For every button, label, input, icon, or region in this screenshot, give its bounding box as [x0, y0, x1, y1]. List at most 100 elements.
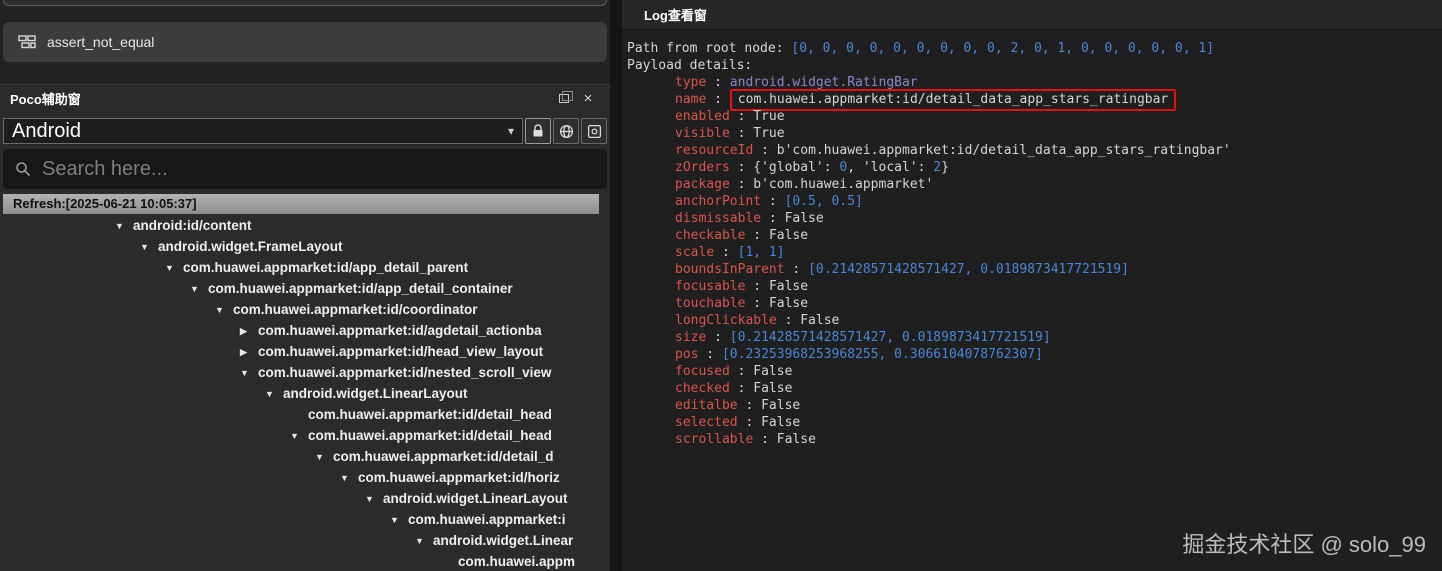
tree-item-label: com.huawei.appmarket:id/detail_head [308, 428, 552, 443]
payload-key: checkable [675, 228, 746, 243]
chevron-right-icon[interactable]: ▶ [240, 321, 258, 341]
script-block-partial[interactable] [3, 0, 607, 6]
chevron-down-icon[interactable]: ▼ [390, 510, 408, 530]
chevron-down-icon[interactable]: ▼ [290, 426, 308, 446]
script-block-label: assert_not_equal [47, 34, 155, 50]
log-content: Path from root node: [0, 0, 0, 0, 0, 0, … [622, 30, 1442, 448]
float-window-icon[interactable] [552, 89, 576, 109]
inspect-button[interactable] [581, 118, 607, 144]
tree-item-label: com.huawei.appmarket:id/horiz [358, 470, 560, 485]
payload-key: enabled [675, 109, 730, 124]
refresh-button[interactable] [553, 118, 579, 144]
log-intro: Path from root node: [0, 0, 0, 0, 0, 0, … [627, 40, 1437, 74]
log-line: Path from root node: [0, 0, 0, 0, 0, 0, … [627, 41, 1215, 56]
script-block-assert[interactable]: assert_not_equal [3, 22, 607, 62]
tree-item[interactable]: ▼ android.widget.Linear [0, 530, 610, 551]
chevron-down-icon[interactable]: ▼ [265, 384, 283, 404]
refresh-timestamp-bar: Refresh:[2025-06-21 10:05:37] [3, 194, 599, 214]
tree-item-label: com.huawei.appmarket:id/head_view_layout [258, 344, 544, 359]
tree-item[interactable]: ▼ com.huawei.appmarket:id/detail_d [0, 446, 610, 467]
tree-item[interactable]: ▶ com.huawei.appmarket:id/head_view_layou… [0, 341, 610, 362]
payload-key: selected [675, 415, 738, 430]
payload-key: zOrders [675, 160, 730, 175]
search-box[interactable] [3, 149, 607, 189]
tree-item[interactable]: ▼ com.huawei.appmarket:id/horiz [0, 467, 610, 488]
chevron-down-icon[interactable]: ▼ [140, 237, 158, 257]
tree-item[interactable]: ▶ com.huawei.appmarket:id/agdetail_action… [0, 320, 610, 341]
chevron-down-icon[interactable]: ▼ [415, 531, 433, 551]
tree-item[interactable]: ▼ android:id/content [0, 215, 610, 236]
payload-line: dismissable : False [675, 211, 824, 226]
payload-line: longClickable : False [675, 313, 840, 328]
tree-item-label: android.widget.LinearLayout [383, 491, 568, 506]
payload-key: boundsInParent [675, 262, 785, 277]
tree-item-label: com.huawei.appmarket:id/detail_d [333, 449, 554, 464]
search-input[interactable] [42, 157, 595, 181]
payload-line: focused : False [675, 364, 793, 379]
tree-item-label: com.huawei.appm [458, 554, 576, 569]
chevron-right-icon[interactable]: ▶ [240, 342, 258, 362]
payload-key: dismissable [675, 211, 762, 226]
tree-item-label: com.huawei.appmarket:id/coordinator [233, 302, 478, 317]
poco-window-title: Poco辅助窗 [10, 92, 81, 107]
lock-icon [533, 124, 543, 137]
chevron-down-icon[interactable]: ▼ [215, 300, 233, 320]
tree-item[interactable]: ▼ com.huawei.appmarket:id/coordinator [0, 299, 610, 320]
chevron-down-icon[interactable]: ▼ [240, 363, 258, 383]
payload-key: visible [675, 126, 730, 141]
payload-list: type : android.widget.RatingBar name : co… [627, 74, 1437, 448]
log-window-titlebar: Log查看窗 [622, 0, 1442, 30]
log-viewer-panel: Log查看窗 Path from root node: [0, 0, 0, 0,… [622, 0, 1442, 571]
payload-line: touchable : False [675, 296, 809, 311]
payload-line: zOrders : {'global': 0, 'local': 2} [675, 160, 949, 175]
payload-key: checked [675, 381, 730, 396]
tree-item[interactable]: ▼ android.widget.LinearLayout [0, 383, 610, 404]
chevron-down-icon[interactable]: ▼ [115, 216, 133, 236]
chevron-down-icon[interactable]: ▼ [365, 489, 383, 509]
chevron-down-icon: ▾ [507, 124, 514, 138]
payload-line: selected : False [675, 415, 801, 430]
tree-item[interactable]: ▼ com.huawei.appmarket:id/detail_head [0, 425, 610, 446]
payload-line: boundsInParent : [0.21428571428571427, 0… [675, 262, 1129, 277]
lock-button[interactable] [525, 118, 551, 144]
tree-item[interactable]: ▼ com.huawei.appmarket:i [0, 509, 610, 530]
chevron-down-icon[interactable]: ▼ [190, 279, 208, 299]
tree-item[interactable]: com.huawei.appm [0, 551, 610, 571]
tree-item-label: com.huawei.appmarket:id/app_detail_paren… [183, 260, 469, 275]
chevron-down-icon[interactable]: ▼ [315, 447, 333, 467]
script-editor-panel: assert_not_equal Poco辅助窗 × Android ▾ Sea… [0, 0, 610, 571]
chevron-down-icon[interactable]: ▼ [340, 468, 358, 488]
poco-window-titlebar: Poco辅助窗 × [0, 85, 610, 112]
screenshot-icon [587, 124, 601, 138]
payload-key: pos [675, 347, 699, 362]
tree-item[interactable]: ▼ com.huawei.appmarket:id/nested_scroll_v… [0, 362, 610, 383]
tree-item[interactable]: ▼ android.widget.LinearLayout [0, 488, 610, 509]
tree-item-label: com.huawei.appmarket:i [408, 512, 566, 527]
payload-key: package [675, 177, 730, 192]
payload-key: name [675, 92, 707, 107]
device-selector[interactable]: Android ▾ [3, 118, 523, 144]
search-icon [16, 162, 31, 177]
tree-item[interactable]: ▼ com.huawei.appmarket:id/app_detail_cont… [0, 278, 610, 299]
tree-item[interactable]: com.huawei.appmarket:id/detail_head [0, 404, 610, 425]
poco-tree: ▼ android:id/content ▼ android.widget.Frame… [0, 215, 610, 571]
payload-key: focused [675, 364, 730, 379]
tree-item[interactable]: ▼ com.huawei.appmarket:id/app_detail_pare… [0, 257, 610, 278]
payload-line: visible : True [675, 126, 785, 141]
payload-key: type [675, 75, 707, 90]
tree-item[interactable]: ▼ android.widget.FrameLayout [0, 236, 610, 257]
block-icon [18, 35, 36, 49]
payload-key: scrollable [675, 432, 754, 447]
payload-line: pos : [0.23253968253968255, 0.3066104078… [675, 347, 1043, 362]
payload-key: longClickable [675, 313, 777, 328]
payload-key: editalbe [675, 398, 738, 413]
poco-helper-window: Poco辅助窗 × Android ▾ Search here... Refre… [0, 84, 610, 571]
payload-line: name : com.huawei.appmarket:id/detail_da… [627, 89, 1437, 111]
close-icon[interactable]: × [576, 89, 600, 109]
tree-item-label: com.huawei.appmarket:id/detail_head [308, 407, 552, 422]
tree-item-label: android:id/content [133, 218, 252, 233]
chevron-down-icon[interactable]: ▼ [165, 258, 183, 278]
highlight-box: com.huawei.appmarket:id/detail_data_app_… [729, 89, 1177, 111]
payload-line: size : [0.21428571428571427, 0.018987341… [675, 330, 1051, 345]
refresh-timestamp: Refresh:[2025-06-21 10:05:37] [13, 196, 197, 211]
